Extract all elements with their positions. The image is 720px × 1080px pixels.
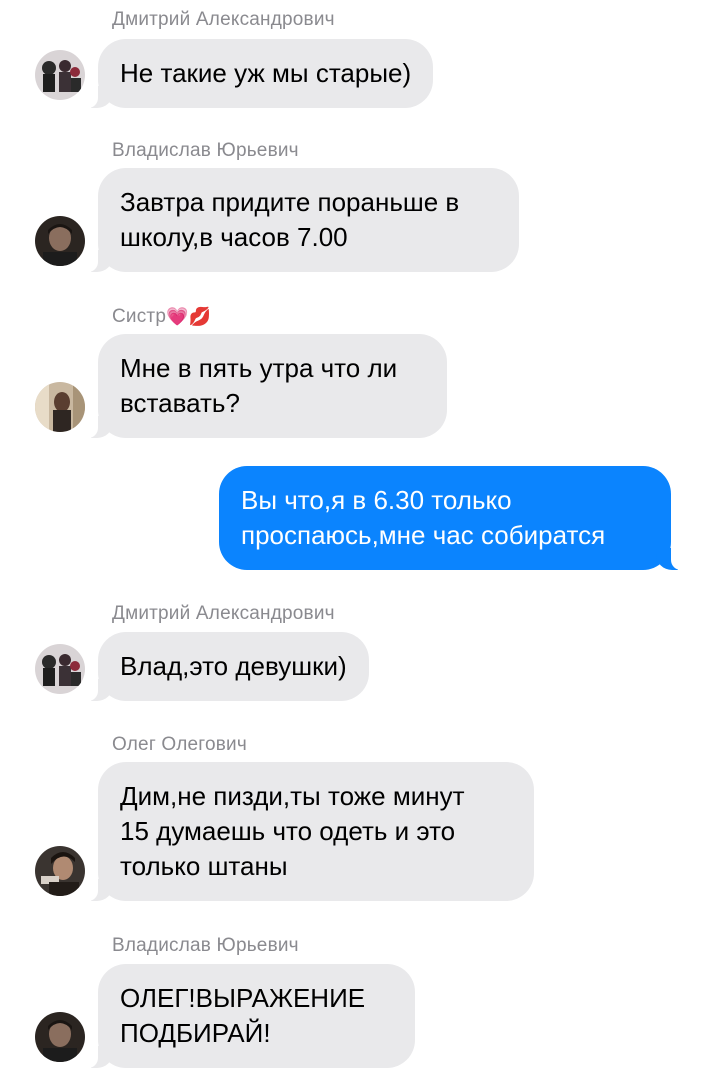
message-text: Завтра придите пораньше в школу,в часов … (120, 187, 460, 252)
sender-name: Владислав Юрьевич (112, 140, 299, 161)
sender-avatar[interactable] (35, 382, 85, 432)
message-bubble[interactable]: Завтра придите пораньше в школу,в часов … (86, 168, 519, 272)
sender-name-text: Систр (112, 306, 167, 327)
sender-name: Олег Олегович (112, 734, 247, 755)
sender-name: Владислав Юрьевич (112, 935, 299, 956)
message-text: ОЛЕГ!ВЫРАЖЕНИЕ ПОДБИРАЙ! (120, 983, 366, 1048)
message-text: Мне в пять утра что ли вставать? (120, 353, 398, 418)
message-text: Дим,не пизди,ты тоже минут 15 думаешь чт… (120, 781, 465, 881)
message-text: Не такие уж мы старые) (120, 58, 412, 88)
message-bubble-outgoing[interactable]: Вы что,я в 6.30 только проспаюсь,мне час… (219, 466, 683, 570)
sender-name: Дмитрий Александрович (112, 603, 335, 624)
message-bubble[interactable]: Мне в пять утра что ли вставать? (86, 334, 447, 438)
sender-avatar[interactable] (35, 1012, 85, 1062)
sender-name: Систр💗💋 (112, 306, 211, 328)
sender-avatar[interactable] (35, 50, 85, 100)
sender-avatar[interactable] (35, 644, 85, 694)
message-bubble[interactable]: Влад,это девушки) (86, 632, 369, 701)
message-text: Влад,это девушки) (120, 651, 347, 681)
message-bubble[interactable]: ОЛЕГ!ВЫРАЖЕНИЕ ПОДБИРАЙ! (86, 964, 415, 1068)
sender-avatar[interactable] (35, 216, 85, 266)
sender-name: Дмитрий Александрович (112, 9, 335, 30)
message-text: Вы что,я в 6.30 только проспаюсь,мне час… (241, 485, 606, 550)
sender-avatar[interactable] (35, 846, 85, 896)
message-bubble[interactable]: Не такие уж мы старые) (85, 39, 434, 108)
message-bubble[interactable]: Дим,не пизди,ты тоже минут 15 думаешь чт… (86, 762, 534, 901)
heart-kiss-emoji-icon: 💗💋 (166, 306, 212, 327)
